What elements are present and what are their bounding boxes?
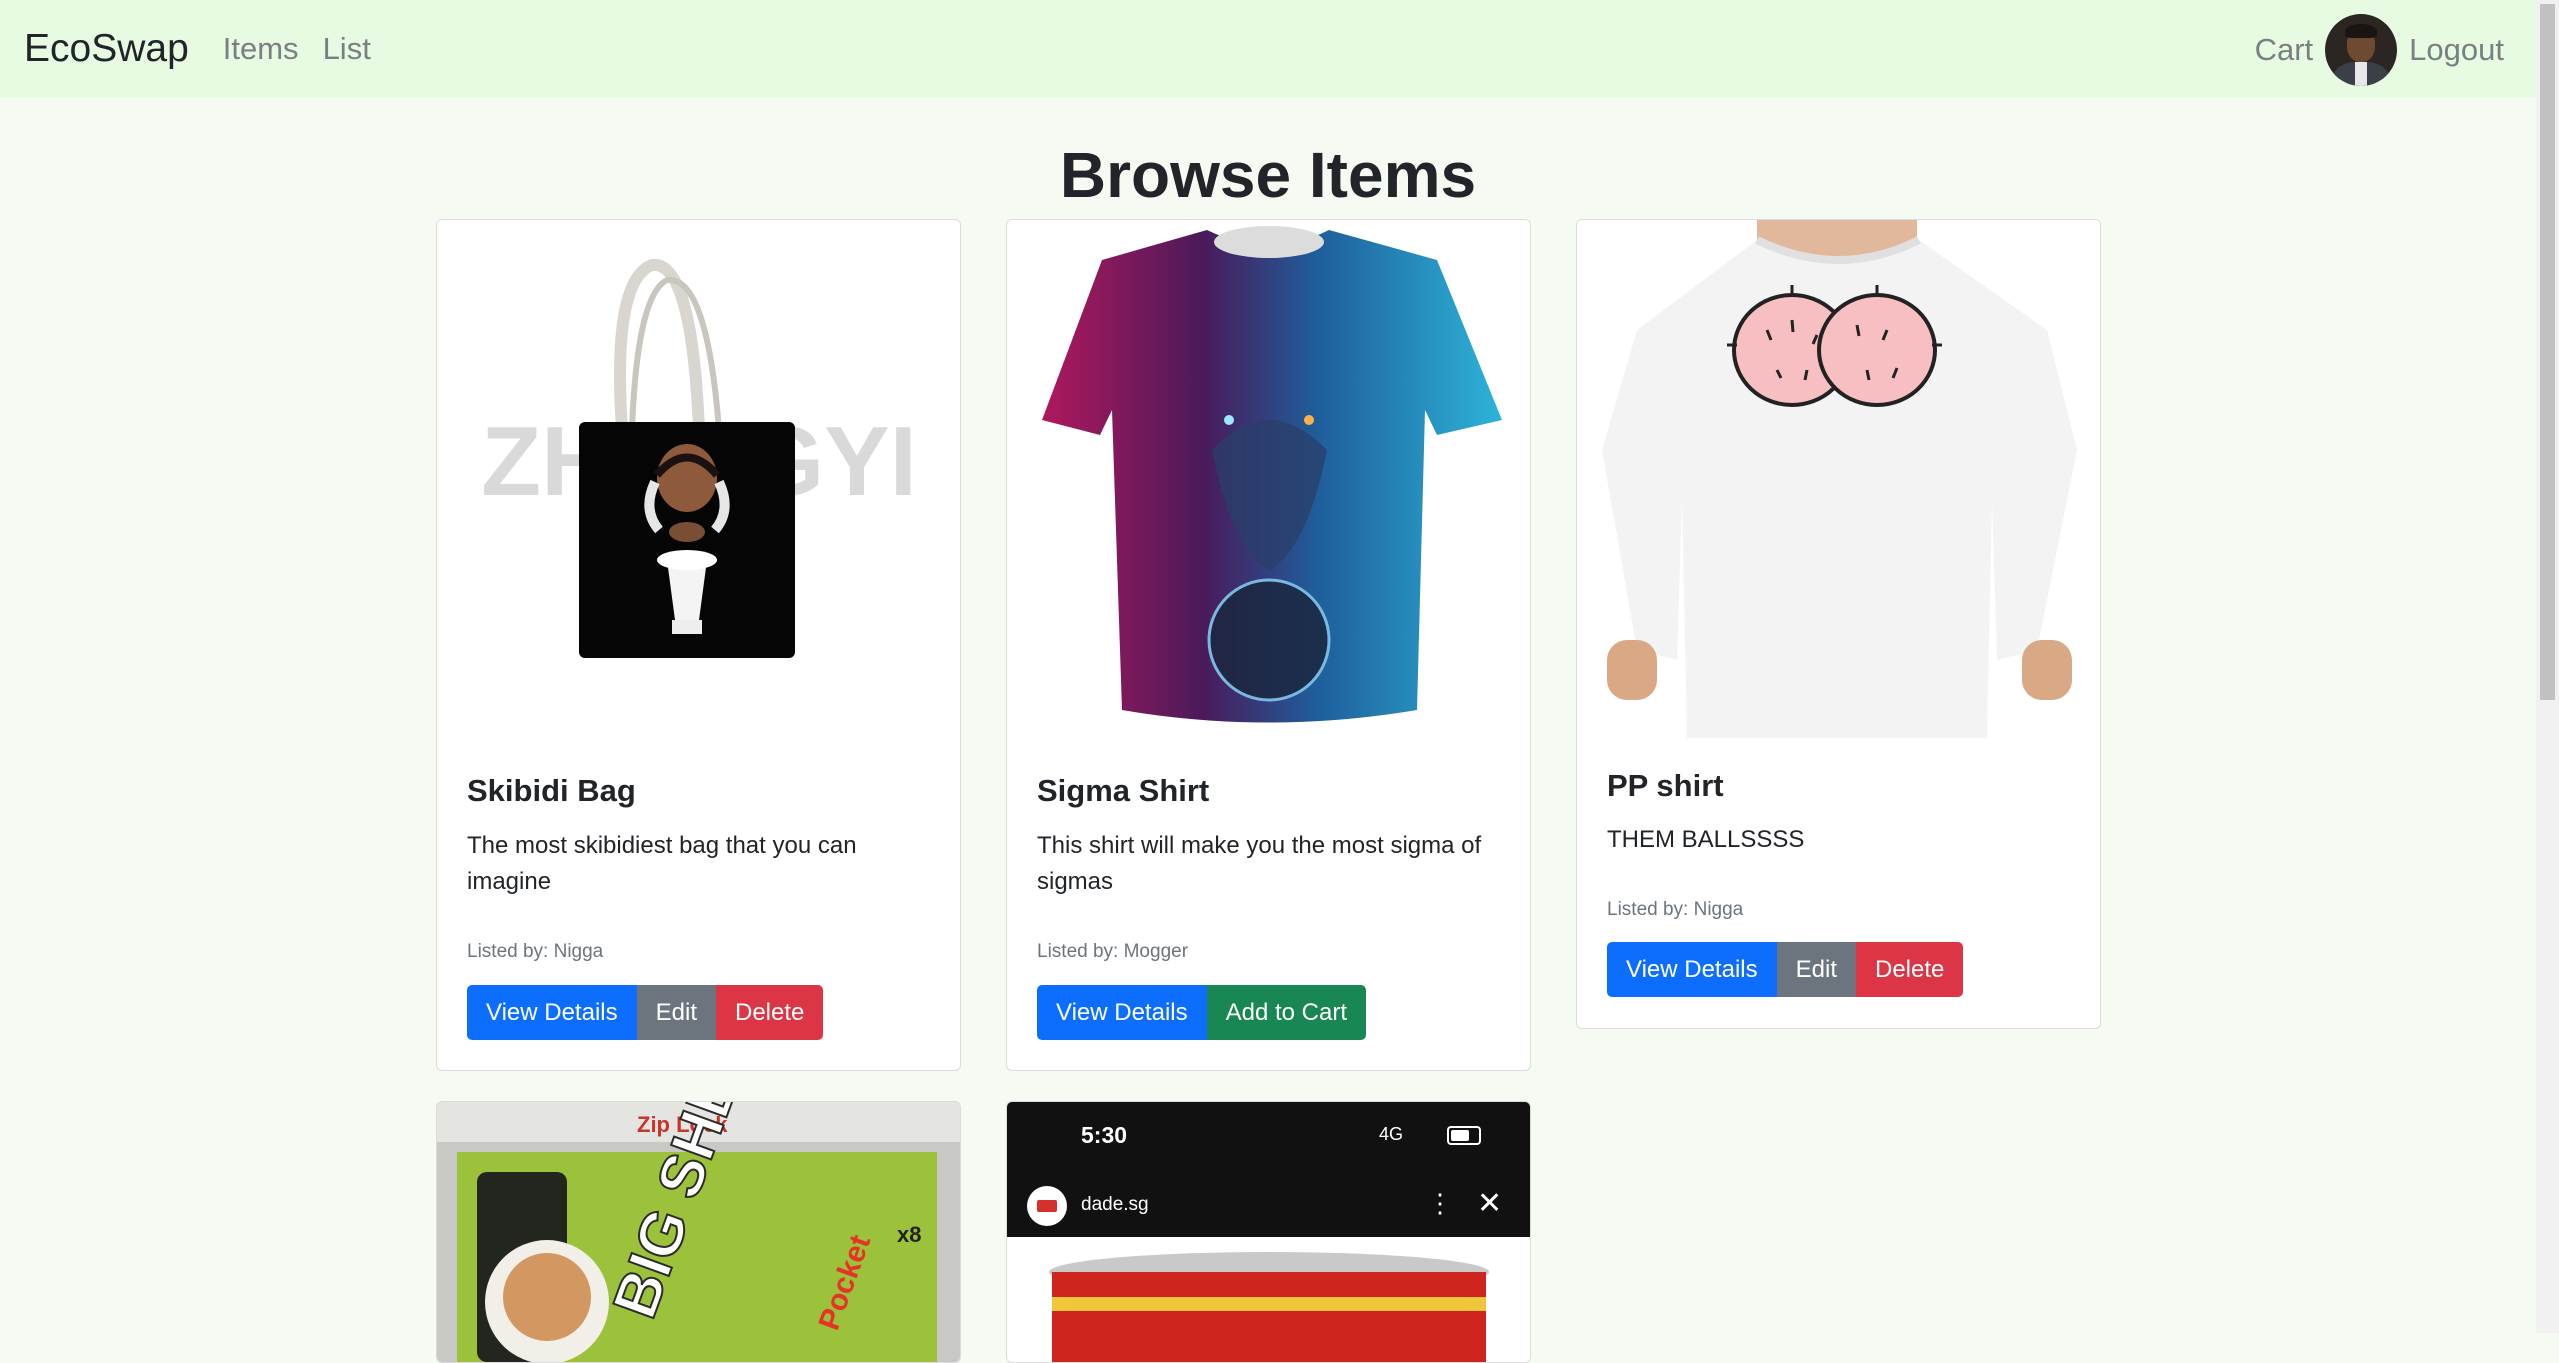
item-card: ZHENGYI Skibidi Bag The most skibidiest … bbox=[436, 219, 961, 1071]
item-card: Zip Lock BIG SHEET Pocket x8 bbox=[436, 1101, 961, 1363]
item-listed-by: Listed by: Nigga bbox=[467, 941, 604, 962]
scrollbar-thumb[interactable] bbox=[2540, 4, 2555, 700]
close-icon: ✕ bbox=[1477, 1187, 1503, 1220]
kebab-menu-icon: ⋮ bbox=[1427, 1188, 1453, 1218]
item-card: Sigma Shirt This shirt will make you the… bbox=[1006, 219, 1531, 1071]
item-actions: View Details Edit Delete bbox=[467, 985, 824, 1040]
item-image: 5:30 4G dade.sg ⋮ ✕ bbox=[1007, 1102, 1530, 1362]
item-card: 5:30 4G dade.sg ⋮ ✕ bbox=[1006, 1101, 1531, 1363]
item-image: ZHENGYI bbox=[437, 220, 960, 740]
item-image bbox=[1577, 220, 2100, 738]
site-favicon-icon bbox=[1027, 1186, 1067, 1226]
nav-link-logout[interactable]: Logout bbox=[2409, 32, 2504, 68]
battery-icon bbox=[1447, 1126, 1481, 1145]
brand-logo[interactable]: EcoSwap bbox=[24, 27, 189, 71]
nav-link-items[interactable]: Items bbox=[223, 31, 299, 67]
item-title: Sigma Shirt bbox=[1037, 773, 1210, 808]
nav-link-list[interactable]: List bbox=[323, 31, 371, 67]
item-card: PP shirt THEM BALLSSSS Listed by: Nigga … bbox=[1576, 219, 2101, 1029]
phone-time: 5:30 bbox=[1081, 1122, 1128, 1148]
avatar-hair bbox=[2345, 24, 2378, 38]
phone-url: dade.sg bbox=[1081, 1194, 1149, 1215]
page-title: Browse Items bbox=[1059, 139, 1477, 211]
edit-button[interactable]: Edit bbox=[636, 985, 716, 1040]
svg-text:x8: x8 bbox=[897, 1222, 921, 1247]
item-title: PP shirt bbox=[1607, 768, 1724, 803]
avatar-shirt bbox=[2355, 62, 2368, 86]
avatar[interactable] bbox=[2325, 14, 2398, 86]
phone-network: 4G bbox=[1379, 1124, 1404, 1144]
view-details-button[interactable]: View Details bbox=[1037, 985, 1207, 1040]
item-image bbox=[1007, 220, 1530, 740]
can-product-image bbox=[1007, 1237, 1530, 1362]
delete-button[interactable]: Delete bbox=[715, 985, 824, 1040]
item-description: THEM BALLSSSS bbox=[1607, 826, 1805, 853]
edit-button[interactable]: Edit bbox=[1776, 942, 1856, 997]
white-shirt-image bbox=[1577, 220, 2100, 738]
scrollbar[interactable] bbox=[2536, 0, 2559, 1333]
item-description: The most skibidiest bag that you can ima… bbox=[467, 832, 857, 895]
add-to-cart-button[interactable]: Add to Cart bbox=[1206, 985, 1367, 1040]
item-title: Skibidi Bag bbox=[467, 773, 636, 808]
item-listed-by: Listed by: Nigga bbox=[1607, 899, 1744, 920]
view-details-button[interactable]: View Details bbox=[467, 985, 637, 1040]
item-image: Zip Lock BIG SHEET Pocket x8 bbox=[437, 1102, 960, 1362]
tote-bag-image: ZHENGYI bbox=[437, 220, 960, 740]
item-actions: View Details Edit Delete bbox=[1607, 942, 1964, 997]
wolf-shirt-image bbox=[1007, 220, 1530, 740]
nav-link-cart[interactable]: Cart bbox=[2255, 32, 2314, 68]
phone-status-bar: 5:30 4G dade.sg ⋮ ✕ bbox=[1007, 1102, 1530, 1237]
item-listed-by: Listed by: Mogger bbox=[1037, 941, 1189, 962]
nav-right: Cart Logout bbox=[2255, 12, 2504, 88]
navbar: EcoSwap Items List Cart Logout bbox=[0, 0, 2536, 98]
seaweed-snack-image: Zip Lock BIG SHEET Pocket x8 bbox=[437, 1102, 960, 1362]
item-actions: View Details Add to Cart bbox=[1037, 985, 1367, 1040]
item-description: This shirt will make you the most sigma … bbox=[1037, 832, 1482, 895]
delete-button[interactable]: Delete bbox=[1855, 942, 1964, 997]
signal-icon: 4G bbox=[1379, 1124, 1403, 1145]
view-details-button[interactable]: View Details bbox=[1607, 942, 1777, 997]
